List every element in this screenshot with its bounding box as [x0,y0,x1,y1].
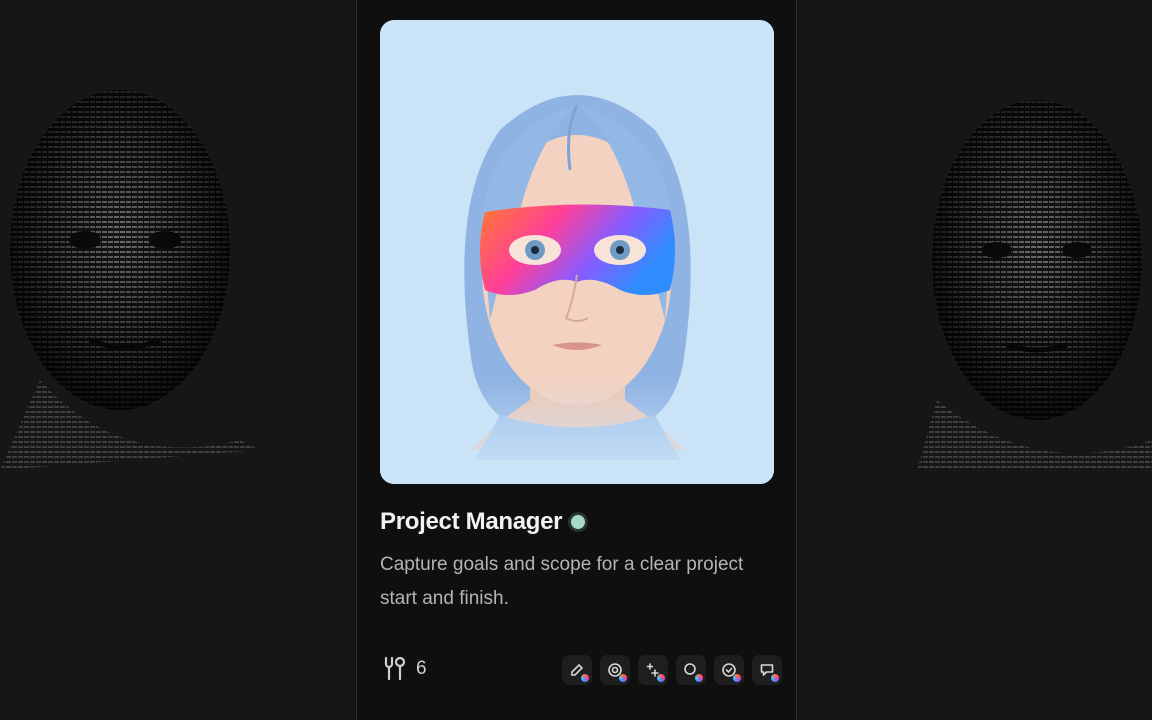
agent-card[interactable]: Project Manager Capture goals and scope … [357,0,796,720]
skill-check[interactable] [714,655,744,685]
tools-count-value: 6 [416,658,427,679]
tools-icon [384,656,406,681]
skill-edit[interactable] [562,655,592,685]
left-portrait-panel [0,0,356,720]
skill-badge [619,674,627,682]
right-portrait-panel [797,0,1152,720]
ascii-portrait-right [917,100,1152,470]
agent-portrait [380,20,774,484]
skill-sparkle[interactable] [638,655,668,685]
status-indicator [571,515,586,529]
ascii-portrait-left [0,90,260,470]
title-row: Project Manager [380,508,586,536]
skill-badge [771,674,779,682]
portrait-illustration [380,95,774,484]
skill-chat[interactable] [752,655,782,685]
tools-count[interactable]: 6 [380,655,427,683]
skill-badge [581,674,589,682]
skill-search[interactable] [676,655,706,685]
skill-mention[interactable] [600,655,630,685]
skill-badge [733,674,741,682]
agent-description: Capture goals and scope for a clear proj… [380,554,744,609]
skill-badge [657,674,665,682]
skill-badge [695,674,703,682]
agent-title: Project Manager [380,508,563,535]
skill-icons [562,655,782,685]
